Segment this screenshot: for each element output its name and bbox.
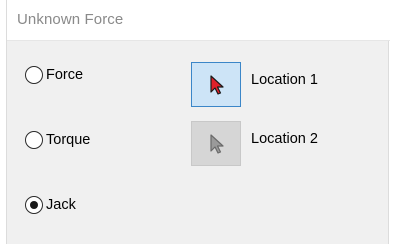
gray-cursor-icon bbox=[210, 133, 224, 154]
radio-circle-force[interactable] bbox=[25, 66, 43, 84]
location-1-pick-button[interactable] bbox=[191, 62, 241, 107]
radio-selected-dot bbox=[30, 201, 38, 209]
dialog-title: Unknown Force bbox=[17, 11, 124, 28]
location-2-pick-button[interactable] bbox=[191, 121, 241, 166]
dialog-frame: Unknown Force Force Torque Jack Location… bbox=[0, 0, 395, 244]
jack-radio[interactable]: Jack bbox=[25, 196, 76, 214]
force-radio[interactable]: Force bbox=[25, 66, 83, 84]
radio-circle-torque[interactable] bbox=[25, 131, 43, 149]
title-bar: Unknown Force bbox=[7, 0, 390, 41]
force-label: Force bbox=[46, 67, 84, 83]
dialog-panel: Unknown Force Force Torque Jack Location… bbox=[6, 0, 390, 244]
red-cursor-icon bbox=[210, 74, 224, 95]
radio-circle-jack[interactable] bbox=[25, 196, 43, 214]
location-1-label: Location 1 bbox=[251, 72, 318, 88]
jack-label: Jack bbox=[46, 197, 76, 213]
torque-radio[interactable]: Torque bbox=[25, 131, 90, 149]
location-2-label: Location 2 bbox=[251, 131, 318, 147]
torque-label: Torque bbox=[46, 132, 91, 148]
